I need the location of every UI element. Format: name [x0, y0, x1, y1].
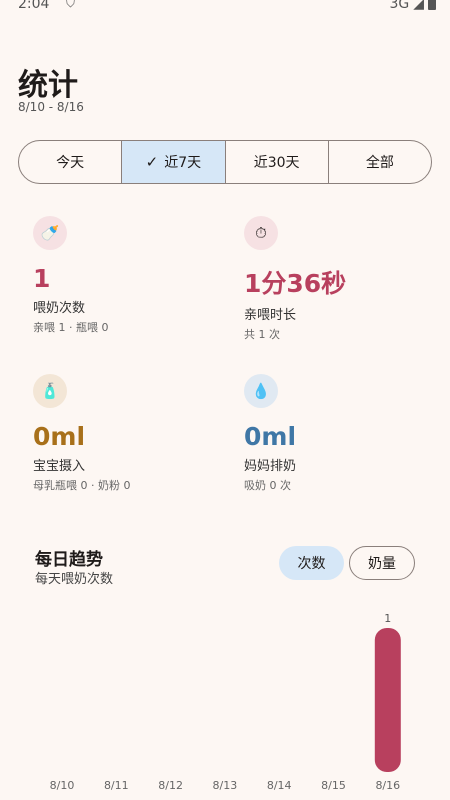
range-selector: 今天 ✓ 近7天 近30天 全部	[18, 140, 432, 184]
trend-title: 每日趋势	[35, 550, 103, 570]
date-range: 8/10 - 8/16	[18, 100, 84, 114]
x-tick-label: 8/11	[104, 779, 129, 792]
trend-subtitle: 每天喂奶次数	[35, 572, 114, 587]
tab-today[interactable]: 今天	[19, 141, 123, 183]
stat-baby-intake: 🧴 0ml 宝宝摄入 母乳瓶喂 0 · 奶粉 0	[33, 374, 130, 493]
tab-label: 今天	[56, 155, 85, 171]
tab-30-days[interactable]: 近30天	[226, 141, 329, 183]
tab-label: 近7天	[164, 155, 202, 171]
x-tick-label: 8/12	[158, 779, 183, 792]
signal-icon: ◢	[413, 0, 424, 12]
stat-label: 妈妈排奶	[244, 459, 297, 474]
stat-label: 宝宝摄入	[33, 459, 86, 474]
x-tick-label: 8/15	[321, 779, 346, 792]
network-label: 3G	[389, 0, 410, 12]
status-time: 2:04	[18, 0, 50, 12]
tab-all[interactable]: 全部	[329, 141, 431, 183]
x-tick-label: 8/13	[213, 779, 238, 792]
daily-trend-chart: 8/10 8/11 8/12 8/13 8/14 8/15 1 8/16	[50, 612, 401, 792]
tab-label: 近30天	[253, 155, 300, 171]
x-tick-label: 8/14	[267, 779, 292, 792]
drop-icon: 💧	[244, 374, 278, 408]
status-right: 3G ◢	[389, 0, 436, 12]
stat-value: 1	[33, 264, 51, 293]
tab-label: 全部	[365, 155, 394, 171]
stat-sub: 亲喂 1 · 瓶喂 0	[33, 321, 109, 334]
stat-value: 0ml	[244, 422, 297, 451]
count-chip[interactable]: 次数	[279, 546, 344, 580]
stat-label: 亲喂时长	[244, 308, 297, 323]
x-tick-label: 8/16	[375, 779, 400, 792]
stat-value: 0ml	[33, 422, 86, 451]
x-tick-label: 8/10	[50, 779, 75, 792]
timer-icon: ⏱	[244, 216, 278, 250]
stat-nursing: ⏱ 1分36秒 亲喂时长 共 1 次	[244, 216, 346, 342]
stat-sub: 共 1 次	[244, 328, 280, 341]
stat-sub: 母乳瓶喂 0 · 奶粉 0	[33, 479, 131, 492]
tab-7-days[interactable]: ✓ 近7天	[122, 141, 226, 183]
page-title: 统计	[18, 68, 78, 103]
stat-sub: 吸奶 0 次	[244, 479, 291, 492]
check-icon: ✓	[145, 153, 159, 171]
bottle-icon: 🍼	[33, 216, 67, 250]
status-bar: 2:04 ⛉ 3G ◢	[0, 0, 450, 14]
volume-chip[interactable]: 奶量	[349, 546, 415, 580]
stat-pumping: 💧 0ml 妈妈排奶 吸奶 0 次	[244, 374, 296, 493]
battery-icon	[428, 0, 436, 10]
formula-icon: 🧴	[33, 374, 67, 408]
stat-value: 1分36秒	[244, 269, 347, 298]
data-label: 1	[384, 612, 391, 625]
bar-8/16	[374, 628, 401, 772]
stat-feedings: 🍼 1 喂奶次数 亲喂 1 · 瓶喂 0	[33, 216, 108, 335]
stat-label: 喂奶次数	[33, 301, 86, 316]
vpn-icon: ⛉	[66, 0, 76, 10]
